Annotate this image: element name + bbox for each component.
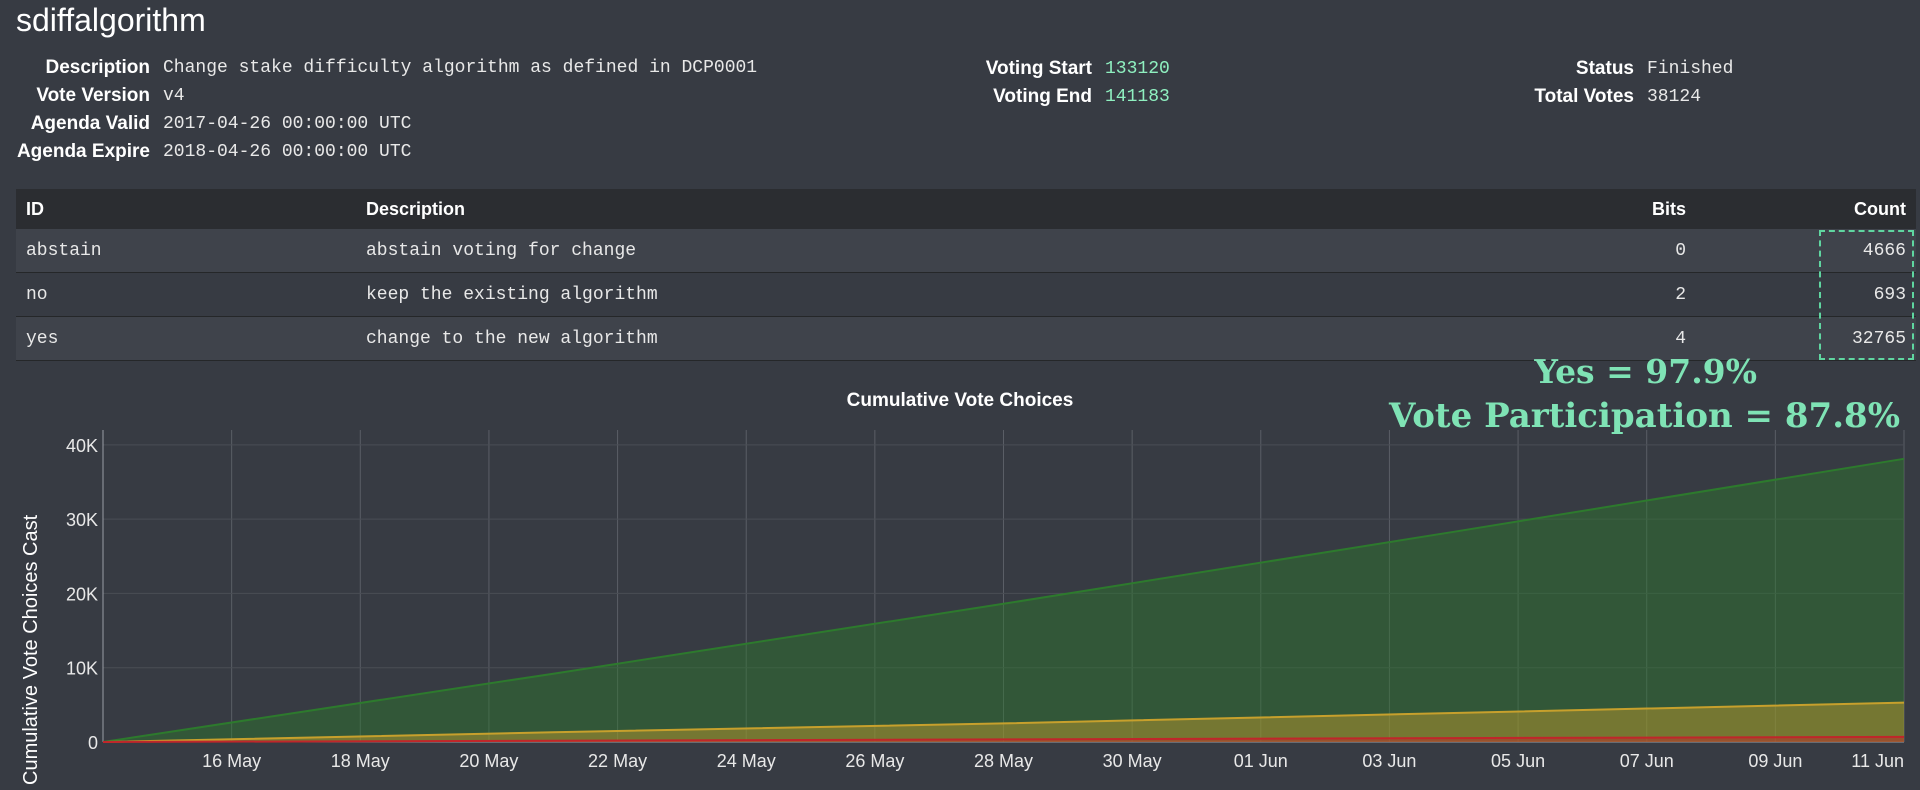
x-tick-label: 18 May xyxy=(331,751,390,771)
table-row: no keep the existing algorithm 2 693 xyxy=(16,272,1916,317)
x-tick-label: 07 Jun xyxy=(1620,751,1674,771)
col-header-count: Count xyxy=(1696,189,1916,229)
info-status: Status Finished xyxy=(1500,55,1734,83)
yes-percentage-annotation: Yes = 97.9% xyxy=(1534,352,1757,391)
x-tick-label: 09 Jun xyxy=(1748,751,1802,771)
y-tick-label: 30K xyxy=(66,510,98,530)
info-value: 133120 xyxy=(1105,59,1170,79)
cell-id: no xyxy=(16,272,356,317)
info-label: Agenda Expire xyxy=(16,141,150,162)
info-agenda-expire: Agenda Expire 2018-04-26 00:00:00 UTC xyxy=(16,138,757,166)
x-tick-label: 30 May xyxy=(1103,751,1162,771)
col-header-bits: Bits xyxy=(1476,189,1696,229)
cell-description: abstain voting for change xyxy=(356,229,1476,273)
x-tick-label: 26 May xyxy=(845,751,904,771)
x-tick-label: 11 Jun xyxy=(1851,751,1904,771)
x-tick-label: 03 Jun xyxy=(1362,751,1416,771)
cell-bits: 0 xyxy=(1476,229,1696,273)
cell-description: change to the new algorithm xyxy=(356,316,1476,361)
chart-y-axis-label: Cumulative Vote Choices Cast xyxy=(20,514,42,785)
info-label: Status xyxy=(1575,58,1634,79)
info-value: Finished xyxy=(1647,59,1734,79)
info-voting-start: Voting Start 133120 xyxy=(920,55,1170,83)
y-tick-label: 20K xyxy=(66,584,98,604)
x-tick-label: 01 Jun xyxy=(1234,751,1288,771)
info-mid: Voting Start 133120 Voting End 141183 xyxy=(920,55,1170,111)
page-title: sdiffalgorithm xyxy=(16,2,206,38)
info-label: Vote Version xyxy=(36,85,150,106)
info-total-votes: Total Votes 38124 xyxy=(1500,83,1733,111)
info-value: 2017-04-26 00:00:00 UTC xyxy=(163,114,412,134)
info-label: Description xyxy=(45,57,150,78)
cell-bits: 2 xyxy=(1476,272,1696,317)
cell-description: keep the existing algorithm xyxy=(356,272,1476,317)
x-tick-label: 22 May xyxy=(588,751,647,771)
cell-count: 4666 xyxy=(1696,229,1916,273)
table-row: abstain abstain voting for change 0 4666 xyxy=(16,229,1916,273)
info-vote-version: Vote Version v4 xyxy=(16,82,757,110)
cell-id: abstain xyxy=(16,229,356,273)
cumulative-vote-chart: 16 May 18 May 20 May 22 May 24 May 26 May 28 M… xyxy=(66,430,1905,771)
info-value: Change stake difficulty algorithm as def… xyxy=(163,58,758,78)
info-description: Description Change stake difficulty algo… xyxy=(16,54,757,82)
info-value: 141183 xyxy=(1105,87,1170,107)
info-label: Voting Start xyxy=(985,58,1092,79)
col-header-id: ID xyxy=(16,189,356,229)
y-tick-label: 40K xyxy=(66,436,98,456)
info-voting-end: Voting End 141183 xyxy=(920,83,1170,111)
info-value: v4 xyxy=(163,86,185,106)
info-left: Description Change stake difficulty algo… xyxy=(16,54,757,166)
x-tick-label: 05 Jun xyxy=(1491,751,1545,771)
col-header-description: Description xyxy=(356,189,1476,229)
y-tick-label: 10K xyxy=(66,659,98,679)
vote-choices-table: ID Description Bits Count abstain abstai… xyxy=(16,189,1916,361)
info-agenda-valid: Agenda Valid 2017-04-26 00:00:00 UTC xyxy=(16,110,757,138)
x-tick-label: 28 May xyxy=(974,751,1033,771)
info-label: Agenda Valid xyxy=(30,113,150,134)
info-value: 2018-04-26 00:00:00 UTC xyxy=(163,142,412,162)
info-label: Total Votes xyxy=(1534,86,1634,107)
x-tick-label: 16 May xyxy=(202,751,261,771)
y-tick-label: 0 xyxy=(88,733,98,753)
x-tick-label: 20 May xyxy=(459,751,518,771)
table-header-row: ID Description Bits Count xyxy=(16,189,1916,229)
cell-count: 693 xyxy=(1696,272,1916,317)
info-value: 38124 xyxy=(1647,87,1702,107)
vote-participation-annotation: Vote Participation = 87.8% xyxy=(1388,396,1900,436)
cell-id: yes xyxy=(16,316,356,361)
info-right: Status Finished Total Votes 38124 xyxy=(1500,55,1733,111)
x-tick-label: 24 May xyxy=(717,751,776,771)
info-label: Voting End xyxy=(993,86,1092,107)
